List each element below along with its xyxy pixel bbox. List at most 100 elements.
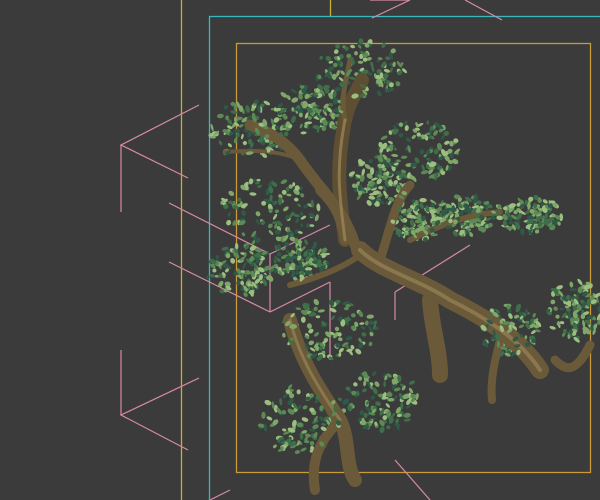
leaf [343,307,349,311]
leaf [266,416,273,421]
leaf [518,324,525,329]
leaf [301,417,309,422]
leaf [279,398,283,406]
tree-trunk [223,57,595,495]
leaf [313,298,319,306]
leaf [338,347,344,353]
leaf [290,88,297,94]
leaf [401,68,408,74]
leaf [508,312,513,319]
leaf [228,190,235,196]
leaf [362,388,367,393]
leaf [218,140,223,146]
leaf [350,313,356,318]
leaf [385,403,390,408]
leaf [569,288,578,291]
leaf [354,51,358,56]
leaf [555,314,560,319]
leaf [370,61,374,67]
leaf [283,206,289,212]
leaf [304,433,311,438]
leaf [291,97,299,103]
leaf [419,198,427,203]
leaf [380,135,388,140]
leaf [230,258,236,264]
leaf [272,213,278,220]
leaf [403,418,411,422]
leaf [333,49,339,54]
leaf [245,105,251,113]
leaf [300,447,307,452]
leaf [328,60,334,64]
leaf [308,328,314,334]
leaf [403,412,411,418]
leaf [319,55,323,60]
leaf [223,105,229,110]
leaf [544,212,549,219]
leaf [295,218,300,224]
tree-foliage-back [206,38,600,454]
leaf [241,232,246,237]
leaf [309,224,315,227]
leaf [256,178,261,182]
leaf [307,115,312,121]
leaf [282,428,287,432]
leaf [294,197,299,202]
leaf [255,219,260,225]
leaf [295,270,299,276]
leaf [378,185,383,190]
leaf [398,132,404,138]
leaf [357,60,364,64]
leaf [410,162,417,168]
leaf [304,84,308,90]
leaf [370,395,375,400]
leaf [261,411,266,419]
3d-viewport[interactable] [0,0,600,500]
leaf [337,397,343,401]
leaf [248,178,254,185]
leaf [364,320,369,326]
leaf [280,179,288,185]
leaf [241,210,246,216]
leaf [317,309,326,313]
viewport-canvas [119,0,600,500]
leaf [300,223,304,228]
leaf [286,193,292,197]
leaf [304,239,309,245]
leaf [361,332,367,337]
leaf [314,332,320,337]
leaf [316,203,321,212]
leaf [421,164,425,171]
leaf [368,195,376,200]
leaf [363,412,368,418]
leaf [242,141,247,146]
leaf [297,404,302,410]
leaf [290,115,296,124]
safe-frame-action [208,15,600,500]
leaf [302,405,308,410]
leaf [215,254,220,260]
leaf [300,131,307,135]
leaf [243,292,248,297]
leaf [331,315,335,321]
leaf [405,137,411,143]
leaf [389,67,393,73]
leaf [249,192,257,196]
leaf [391,153,399,158]
leaf [355,348,362,355]
leaf [268,230,274,235]
leaf [411,134,416,140]
leaf [419,149,424,155]
leaf [374,381,380,387]
leaf [299,123,303,129]
leaf [419,202,424,210]
leaf [520,228,525,236]
leaf [277,252,282,257]
leaf [386,425,391,430]
leaf [212,268,217,273]
leaf [234,128,241,134]
leaf [383,68,391,73]
leaf [559,307,565,311]
leaf [360,325,366,330]
leaf [334,326,340,332]
